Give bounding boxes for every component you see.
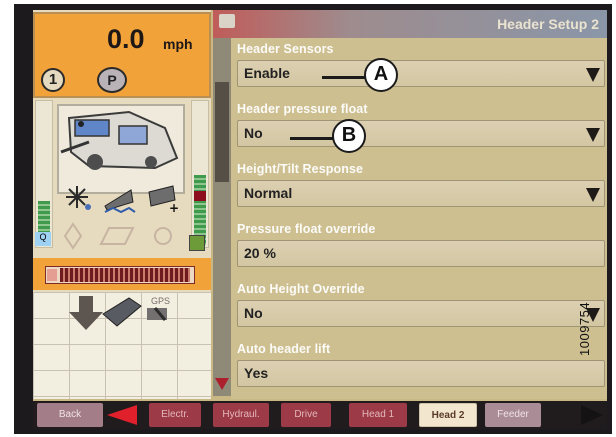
setting-value: Yes [244, 365, 269, 381]
header-tilt-icon [101, 180, 139, 216]
tab-hydraulic[interactable]: Hydraul. [213, 403, 269, 427]
monitor-screen: 0.0 mph 1 P + Q GPS Header Setup 2 Heade… [33, 10, 607, 429]
figure-number: 1009754 [577, 301, 592, 356]
scrollbar-thumb[interactable] [215, 82, 229, 182]
gps-label: GPS [151, 296, 171, 306]
setting-label: Pressure float override [237, 222, 376, 236]
speed-value: 0.0 [107, 24, 145, 54]
header-icon [102, 297, 142, 327]
dropdown-arrow-icon[interactable] [586, 68, 600, 82]
setting-value: Enable [244, 65, 290, 81]
svg-text:+: + [169, 201, 179, 214]
fuel-icon [189, 235, 205, 251]
shortcut-grid: GPS [33, 292, 211, 399]
setting-value: No [244, 125, 263, 141]
settings-list: Header Sensors Enable Header pressure fl… [231, 38, 607, 399]
left-arrow-icon[interactable] [107, 405, 137, 425]
setting-header-pressure-float: Header pressure float No [237, 102, 605, 147]
tab-drive[interactable]: Drive [281, 403, 331, 427]
tab-electrical[interactable]: Electr. [149, 403, 201, 427]
scroll-down-arrow-icon[interactable] [215, 378, 229, 390]
auto-header-lift-field[interactable]: Yes [237, 360, 605, 387]
setting-value: Normal [244, 185, 293, 201]
status-icon-row: + [57, 180, 185, 216]
dropdown-arrow-icon[interactable] [586, 188, 600, 202]
setting-label: Height/Tilt Response [237, 162, 364, 176]
arrow-down-icon [69, 296, 103, 330]
right-level-gauge [191, 100, 209, 248]
setting-label: Header pressure float [237, 102, 368, 116]
window-titlebar: Header Setup 2 [213, 10, 607, 38]
speed-unit: mph [163, 36, 193, 52]
setting-height-tilt-response: Height/Tilt Response Normal [237, 162, 605, 207]
setting-value: No [244, 305, 263, 321]
callout-b: B [332, 119, 366, 153]
back-button[interactable]: Back [37, 403, 103, 427]
window-title: Header Setup 2 [497, 16, 599, 32]
right-arrow-icon[interactable] [581, 405, 603, 425]
pressure-float-override-field[interactable]: 20 % [237, 240, 605, 267]
bottom-tab-bar: Back Electr. Hydraul. Drive Head 1 Head … [33, 401, 607, 429]
park-indicator: P [97, 67, 127, 93]
setting-label: Auto Height Override [237, 282, 365, 296]
grain-tank-gauge [33, 258, 211, 290]
gear-indicator: 1 [41, 68, 65, 92]
left-level-gauge [35, 100, 53, 248]
callout-a: A [364, 58, 398, 92]
header-pressure-float-dropdown[interactable]: No [237, 120, 605, 147]
auto-height-override-dropdown[interactable]: No [237, 300, 605, 327]
gps-icon [147, 307, 167, 321]
faded-icon-row [57, 218, 185, 254]
reel-icon [59, 180, 97, 216]
dropdown-arrow-icon[interactable] [586, 128, 600, 142]
settings-scrollbar[interactable] [213, 38, 231, 396]
setting-auto-height-override: Auto Height Override No [237, 282, 605, 327]
setting-value: 20 % [244, 245, 276, 261]
header-sensors-dropdown[interactable]: Enable [237, 60, 605, 87]
tab-head-2[interactable]: Head 2 [419, 403, 477, 427]
setting-label: Auto header lift [237, 342, 331, 356]
window-icon [219, 14, 235, 28]
callout-b-leader [290, 137, 336, 140]
status-panel: 0.0 mph 1 P + Q GPS [33, 10, 211, 399]
height-tilt-response-dropdown[interactable]: Normal [237, 180, 605, 207]
tab-head-1[interactable]: Head 1 [349, 403, 407, 427]
setting-pressure-float-override: Pressure float override 20 % [237, 222, 605, 267]
tab-feeder[interactable]: Feeder [485, 403, 541, 427]
header-height-icon: + [143, 180, 181, 216]
speed-display: 0.0 mph 1 P [33, 12, 211, 98]
setting-label: Header Sensors [237, 42, 334, 56]
callout-a-leader [322, 76, 368, 79]
setting-auto-header-lift: Auto header lift Yes [237, 342, 605, 387]
sensor-status-icon: Q [35, 232, 51, 246]
setting-header-sensors: Header Sensors Enable [237, 42, 605, 87]
